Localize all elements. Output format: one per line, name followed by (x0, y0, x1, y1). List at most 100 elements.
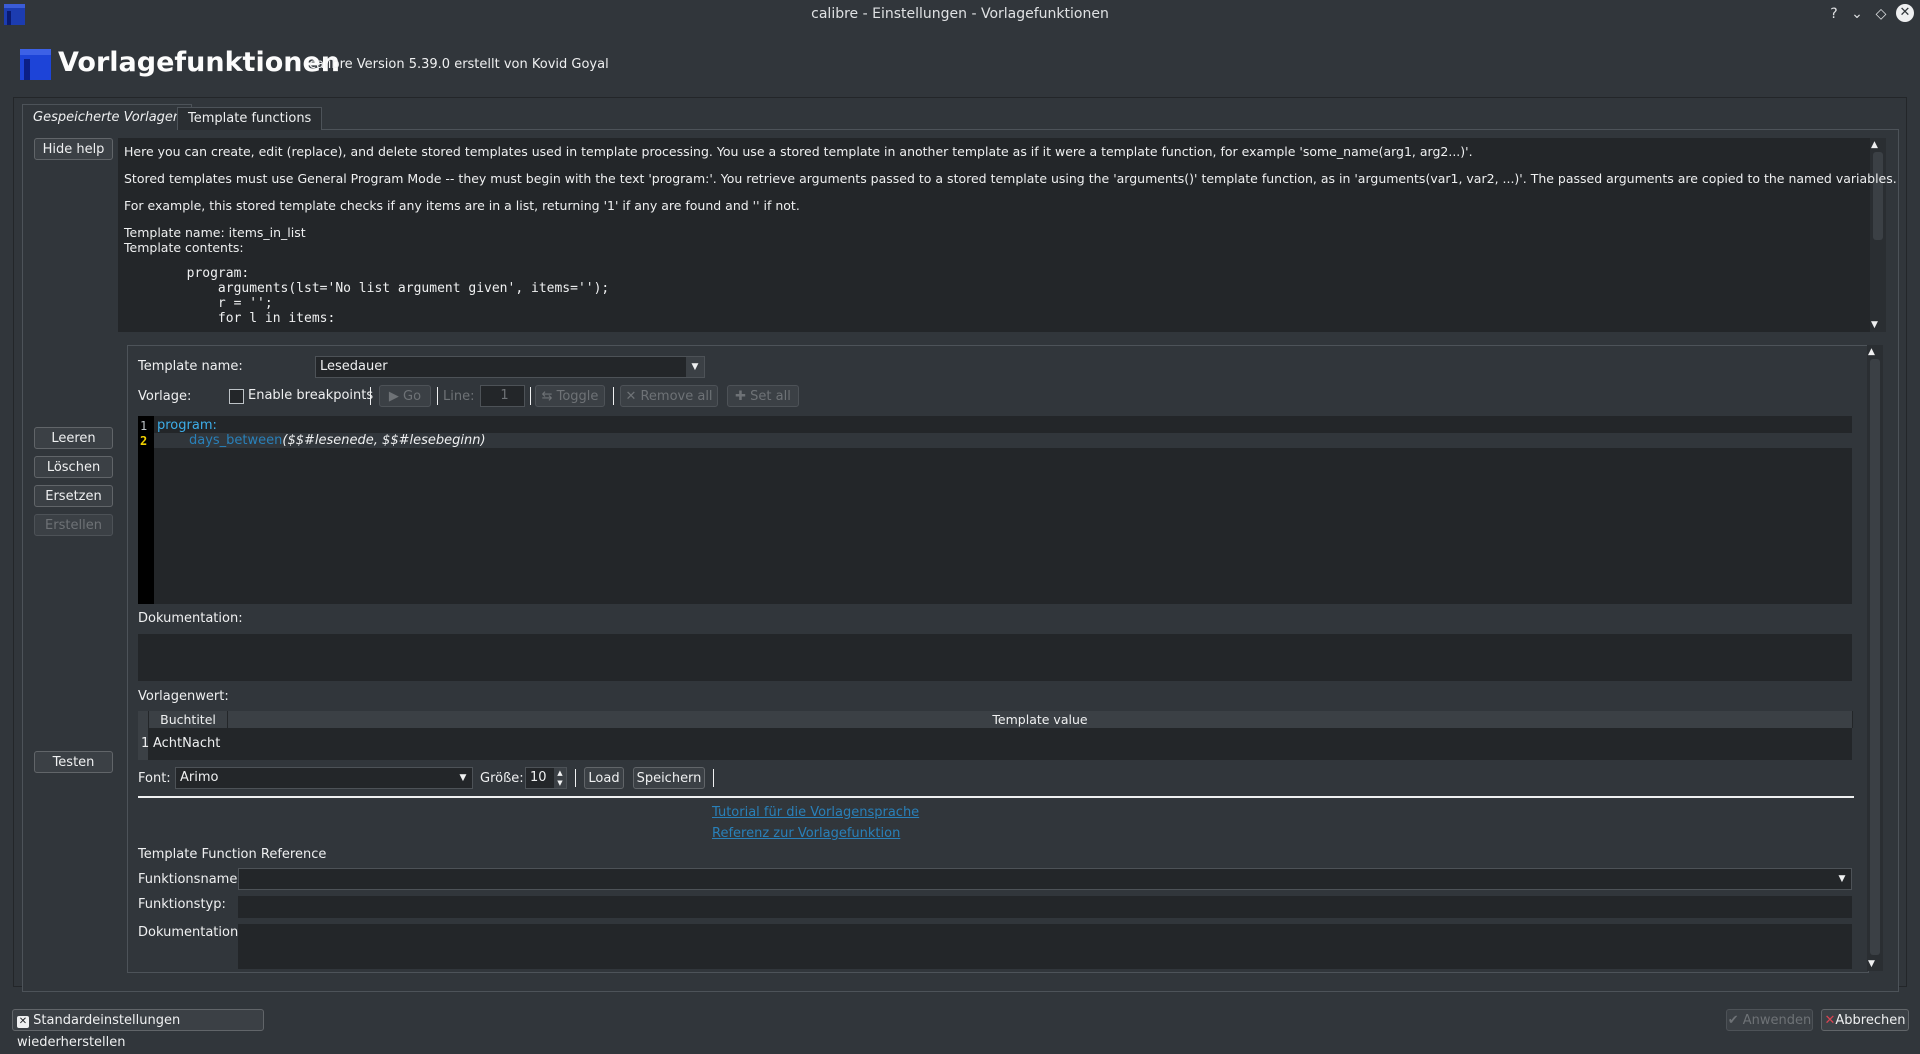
test-button[interactable]: Testen (34, 751, 113, 773)
checkmark-icon: ✔ (1727, 1013, 1743, 1028)
chevron-down-icon: ▼ (686, 357, 704, 377)
toggle-icon: ⇆ (541, 389, 557, 404)
help-text-area[interactable] (118, 138, 1870, 332)
calibre-logo-icon (20, 49, 51, 80)
apply-button[interactable]: ✔ Anwenden (1726, 1009, 1813, 1031)
row-number: 1 (141, 736, 150, 751)
help-paragraph-5: Template contents: (124, 240, 244, 255)
replace-button[interactable]: Ersetzen (34, 485, 113, 507)
x-icon: ✕ (625, 389, 641, 404)
hide-help-button[interactable]: Hide help (34, 138, 113, 160)
cancel-icon: ✕ (1824, 1013, 1836, 1028)
help-paragraph-4: Template name: items_in_list (124, 225, 306, 240)
code-function: days_between (189, 433, 283, 448)
toggle-label: Toggle (556, 389, 599, 404)
code-keyword: program: (157, 418, 217, 433)
load-button[interactable]: Load (584, 767, 624, 789)
go-button[interactable]: ▶ Go (379, 385, 431, 407)
chevron-down-icon: ▼ (454, 768, 472, 788)
template-name-combo[interactable]: Lesedauer ▼ (315, 356, 705, 378)
code-args: ($$#lesenede, $$#lesebeginn) (282, 433, 486, 448)
help-code-line: program: (124, 266, 250, 281)
create-button[interactable]: Erstellen (34, 514, 113, 536)
restore-label: Standardeinstellungen wiederherstellen (17, 1013, 181, 1050)
line-number: 2 (140, 434, 148, 448)
line-spinbox[interactable]: 1 (480, 385, 525, 407)
restore-defaults-button[interactable]: ✕ Standardeinstellungen wiederherstellen (12, 1009, 264, 1050)
divider (138, 796, 1854, 798)
remove-all-label: Remove all (640, 389, 713, 404)
apply-label: Anwenden (1742, 1013, 1812, 1028)
reference-link[interactable]: Referenz zur Vorlagefunktion (712, 826, 900, 841)
toggle-button[interactable]: ⇆ Toggle (535, 385, 605, 407)
separator (613, 387, 614, 405)
code-line: days_between($$#lesenede, $$#lesebeginn) (189, 433, 486, 448)
close-icon[interactable]: ✕ (1896, 4, 1914, 22)
play-icon: ▶ (388, 389, 404, 404)
function-name-label: Funktionsname: (138, 872, 242, 887)
line-number: 1 (140, 419, 148, 433)
tutorial-link[interactable]: Tutorial für die Vorlagensprache (712, 805, 919, 820)
table-cell-title[interactable]: AchtNacht (153, 736, 220, 751)
page-title: Vorlagefunktionen (58, 47, 341, 78)
help-paragraph-2: Stored templates must use General Progra… (124, 171, 1897, 186)
save-button[interactable]: Speichern (633, 767, 705, 789)
help-icon[interactable]: ? (1825, 5, 1843, 23)
help-code-line: arguments(lst='No list argument given', … (124, 281, 610, 296)
separator (437, 387, 438, 405)
documentation-label: Dokumentation: (138, 611, 243, 626)
separator (575, 769, 576, 787)
clear-button[interactable]: Leeren (34, 427, 113, 449)
line-label: Line: (443, 389, 475, 404)
separator (713, 769, 714, 787)
spin-arrows-icon: ▲ ▼ (554, 768, 566, 788)
maximize-icon[interactable]: ◇ (1872, 5, 1890, 23)
size-label: Größe: (480, 771, 524, 786)
set-all-button[interactable]: ✚ Set all (727, 385, 799, 407)
function-doc-label: Dokumentation: (138, 925, 243, 940)
panel-scrollbar[interactable]: ▲ ▼ (1867, 345, 1883, 971)
size-value: 10 (530, 770, 547, 785)
enable-breakpoints-checkbox[interactable] (229, 389, 244, 404)
window-title: calibre - Einstellungen - Vorlagefunktio… (811, 6, 1109, 22)
column-header-title[interactable]: Buchtitel (149, 711, 228, 728)
font-value: Arimo (180, 770, 219, 785)
help-paragraph-1: Here you can create, edit (replace), and… (124, 144, 1473, 159)
version-label: calibre Version 5.39.0 erstellt von Kovi… (309, 57, 609, 72)
function-doc-field[interactable] (238, 924, 1852, 969)
documentation-field[interactable] (138, 634, 1852, 681)
go-label: Go (403, 389, 422, 404)
template-value-label: Vorlagenwert: (138, 689, 229, 704)
remove-all-button[interactable]: ✕ Remove all (620, 385, 718, 407)
template-name-value: Lesedauer (320, 359, 388, 374)
column-header-value[interactable]: Template value (228, 711, 1853, 728)
table-corner (138, 711, 149, 728)
template-name-label: Template name: (138, 359, 243, 374)
set-all-label: Set all (750, 389, 791, 404)
size-spinbox[interactable]: 10 ▲ ▼ (525, 767, 567, 789)
vorlage-label: Vorlage: (138, 389, 192, 404)
minimize-icon[interactable]: ⌄ (1848, 5, 1866, 23)
cancel-label: Abbrechen (1835, 1013, 1906, 1028)
plus-icon: ✚ (735, 389, 751, 404)
chevron-down-icon: ▼ (1833, 869, 1851, 889)
help-code-line: r = ''; (124, 296, 273, 311)
tab-stored-templates[interactable]: Gespeicherte Vorlagen (22, 104, 193, 130)
line-value: 1 (500, 388, 509, 403)
separator (530, 387, 531, 405)
separator (370, 387, 371, 405)
enable-breakpoints-label: Enable breakpoints (248, 388, 374, 403)
function-type-field[interactable] (238, 896, 1852, 918)
tab-template-functions[interactable]: Template functions (177, 107, 323, 130)
function-type-label: Funktionstyp: (138, 897, 226, 912)
font-combo[interactable]: Arimo ▼ (175, 767, 473, 789)
font-label: Font: (138, 771, 171, 786)
restore-icon: ✕ (17, 1016, 29, 1028)
cancel-button[interactable]: ✕Abbrechen (1821, 1009, 1909, 1031)
delete-button[interactable]: Löschen (34, 456, 113, 478)
help-code-line: for l in items: (124, 311, 336, 325)
help-scrollbar[interactable]: ▲ ▼ (1870, 138, 1886, 332)
help-paragraph-3: For example, this stored template checks… (124, 198, 800, 213)
reference-title: Template Function Reference (138, 847, 327, 862)
function-name-combo[interactable]: ▼ (238, 868, 1852, 890)
